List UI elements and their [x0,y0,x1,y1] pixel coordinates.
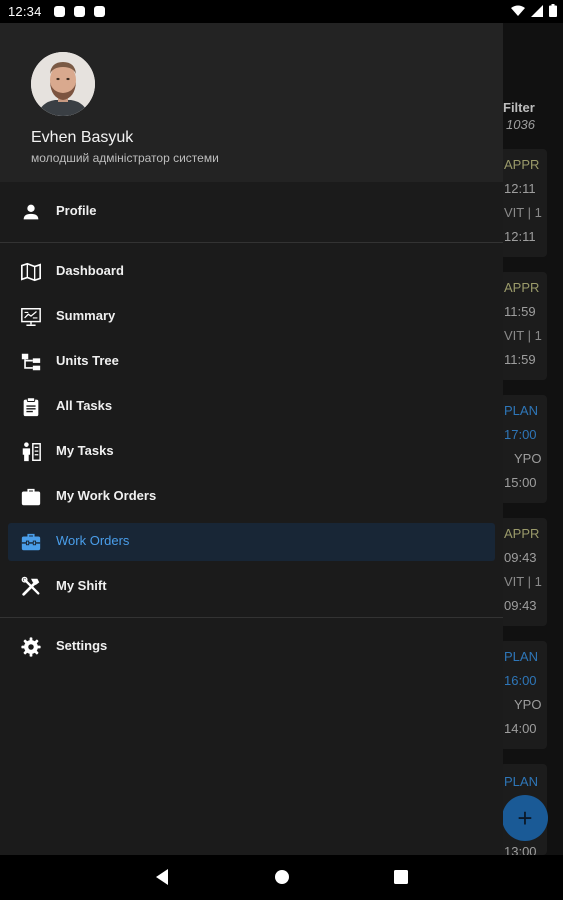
card-status: APPR [504,157,540,172]
card-info: YPO [514,697,542,712]
card-status: PLAN [504,774,538,789]
menu-item-label: Units Tree [56,353,119,368]
menu-item-label: Profile [56,203,97,218]
clipboard-icon [23,397,39,417]
drawer-header: Evhen Basyuk молодший адміністратор сист… [0,23,503,182]
menu-item-label: Summary [56,308,116,323]
gmail-icon [54,6,65,17]
menu-item-units-tree[interactable]: Units Tree [8,343,495,381]
menu-item-all-tasks[interactable]: All Tasks [8,388,495,426]
monitor-chart-icon [21,308,41,326]
card-time: 11:59 [504,352,536,367]
divider [0,617,503,618]
back-icon[interactable] [154,868,170,886]
menu-item-summary[interactable]: Summary [8,298,495,336]
menu-item-settings[interactable]: Settings [8,628,495,666]
avatar[interactable] [31,52,95,116]
background-card[interactable]: APPR 12:11 VIT | 1 12:11 [500,149,547,257]
card-status: APPR [504,526,540,541]
background-card[interactable]: APPR 09:43 VIT | 1 09:43 [500,518,547,626]
filter-button[interactable]: Filter [503,100,535,115]
tools-icon [21,576,40,596]
signal-icon [531,4,543,17]
person-list-icon [22,442,41,462]
toolbox-icon [21,533,41,551]
card-time: 09:43 [504,598,537,613]
gmail-icon [94,6,105,17]
menu-item-work-orders[interactable]: Work Orders [8,523,495,561]
menu-item-dashboard[interactable]: Dashboard [8,253,495,291]
background-card[interactable]: PLAN 16:00 YPO 14:00 [500,641,547,749]
card-status: PLAN [504,649,538,664]
menu-item-label: All Tasks [56,398,113,413]
menu-item-label: Work Orders [56,533,130,548]
background-card[interactable]: PLAN 17:00 YPO 15:00 [500,395,547,503]
card-time: 09:43 [504,550,537,565]
battery-icon [549,4,557,17]
card-time: 16:00 [504,673,537,688]
menu-item-label: My Shift [56,578,107,593]
card-time: 17:00 [504,427,537,442]
user-role: молодший адміністратор системи [31,151,219,165]
card-status: PLAN [504,403,538,418]
menu-item-label: Settings [56,638,108,653]
menu-item-my-shift[interactable]: My Shift [8,568,495,606]
user-photo [31,52,95,116]
status-time: 12:34 [8,4,42,19]
home-icon[interactable] [274,869,290,885]
card-time: 15:00 [504,475,537,490]
card-time: 12:11 [504,181,536,196]
background-card[interactable]: APPR 11:59 VIT | 1 11:59 [500,272,547,380]
card-time: 13:00 [504,844,537,855]
menu-item-profile[interactable]: Profile [8,193,495,231]
card-info: VIT | 1 [504,328,542,343]
map-icon [21,262,41,282]
menu-item-label: My Work Orders [56,488,157,503]
gear-icon [21,637,41,657]
card-time: 11:59 [504,304,536,319]
card-info: VIT | 1 [504,574,542,589]
add-fab-button[interactable]: + [502,795,548,841]
person-icon [23,204,39,220]
user-name: Evhen Basyuk [31,129,134,146]
menu-item-my-work-orders[interactable]: My Work Orders [8,478,495,516]
system-nav-bar [0,855,563,900]
system-icons [511,4,557,17]
divider [0,242,503,243]
card-time: 14:00 [504,721,537,736]
status-bar: 12:34 [0,0,563,23]
card-time: 12:11 [504,229,536,244]
card-info: VIT | 1 [504,205,542,220]
plus-icon: + [517,802,533,833]
sd-card-icon [74,6,85,17]
menu-item-label: My Tasks [56,443,114,458]
tree-icon [21,353,41,371]
wifi-icon [511,5,525,16]
card-info: YPO [514,451,542,466]
navigation-drawer: Evhen Basyuk молодший адміністратор сист… [0,23,503,855]
briefcase-icon [21,488,41,506]
filter-count: 1036 [506,117,535,132]
card-status: APPR [504,280,540,295]
recents-icon[interactable] [394,870,408,884]
menu-item-label: Dashboard [56,263,124,278]
menu-item-my-tasks[interactable]: My Tasks [8,433,495,471]
